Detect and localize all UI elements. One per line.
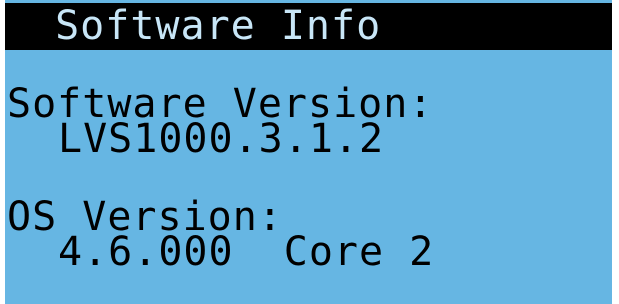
software-version-value: LVS1000.3.1.2 bbox=[58, 116, 385, 162]
screen-title: Software Info bbox=[30, 3, 382, 49]
os-version-value: 4.6.000 Core 2 bbox=[58, 229, 435, 275]
